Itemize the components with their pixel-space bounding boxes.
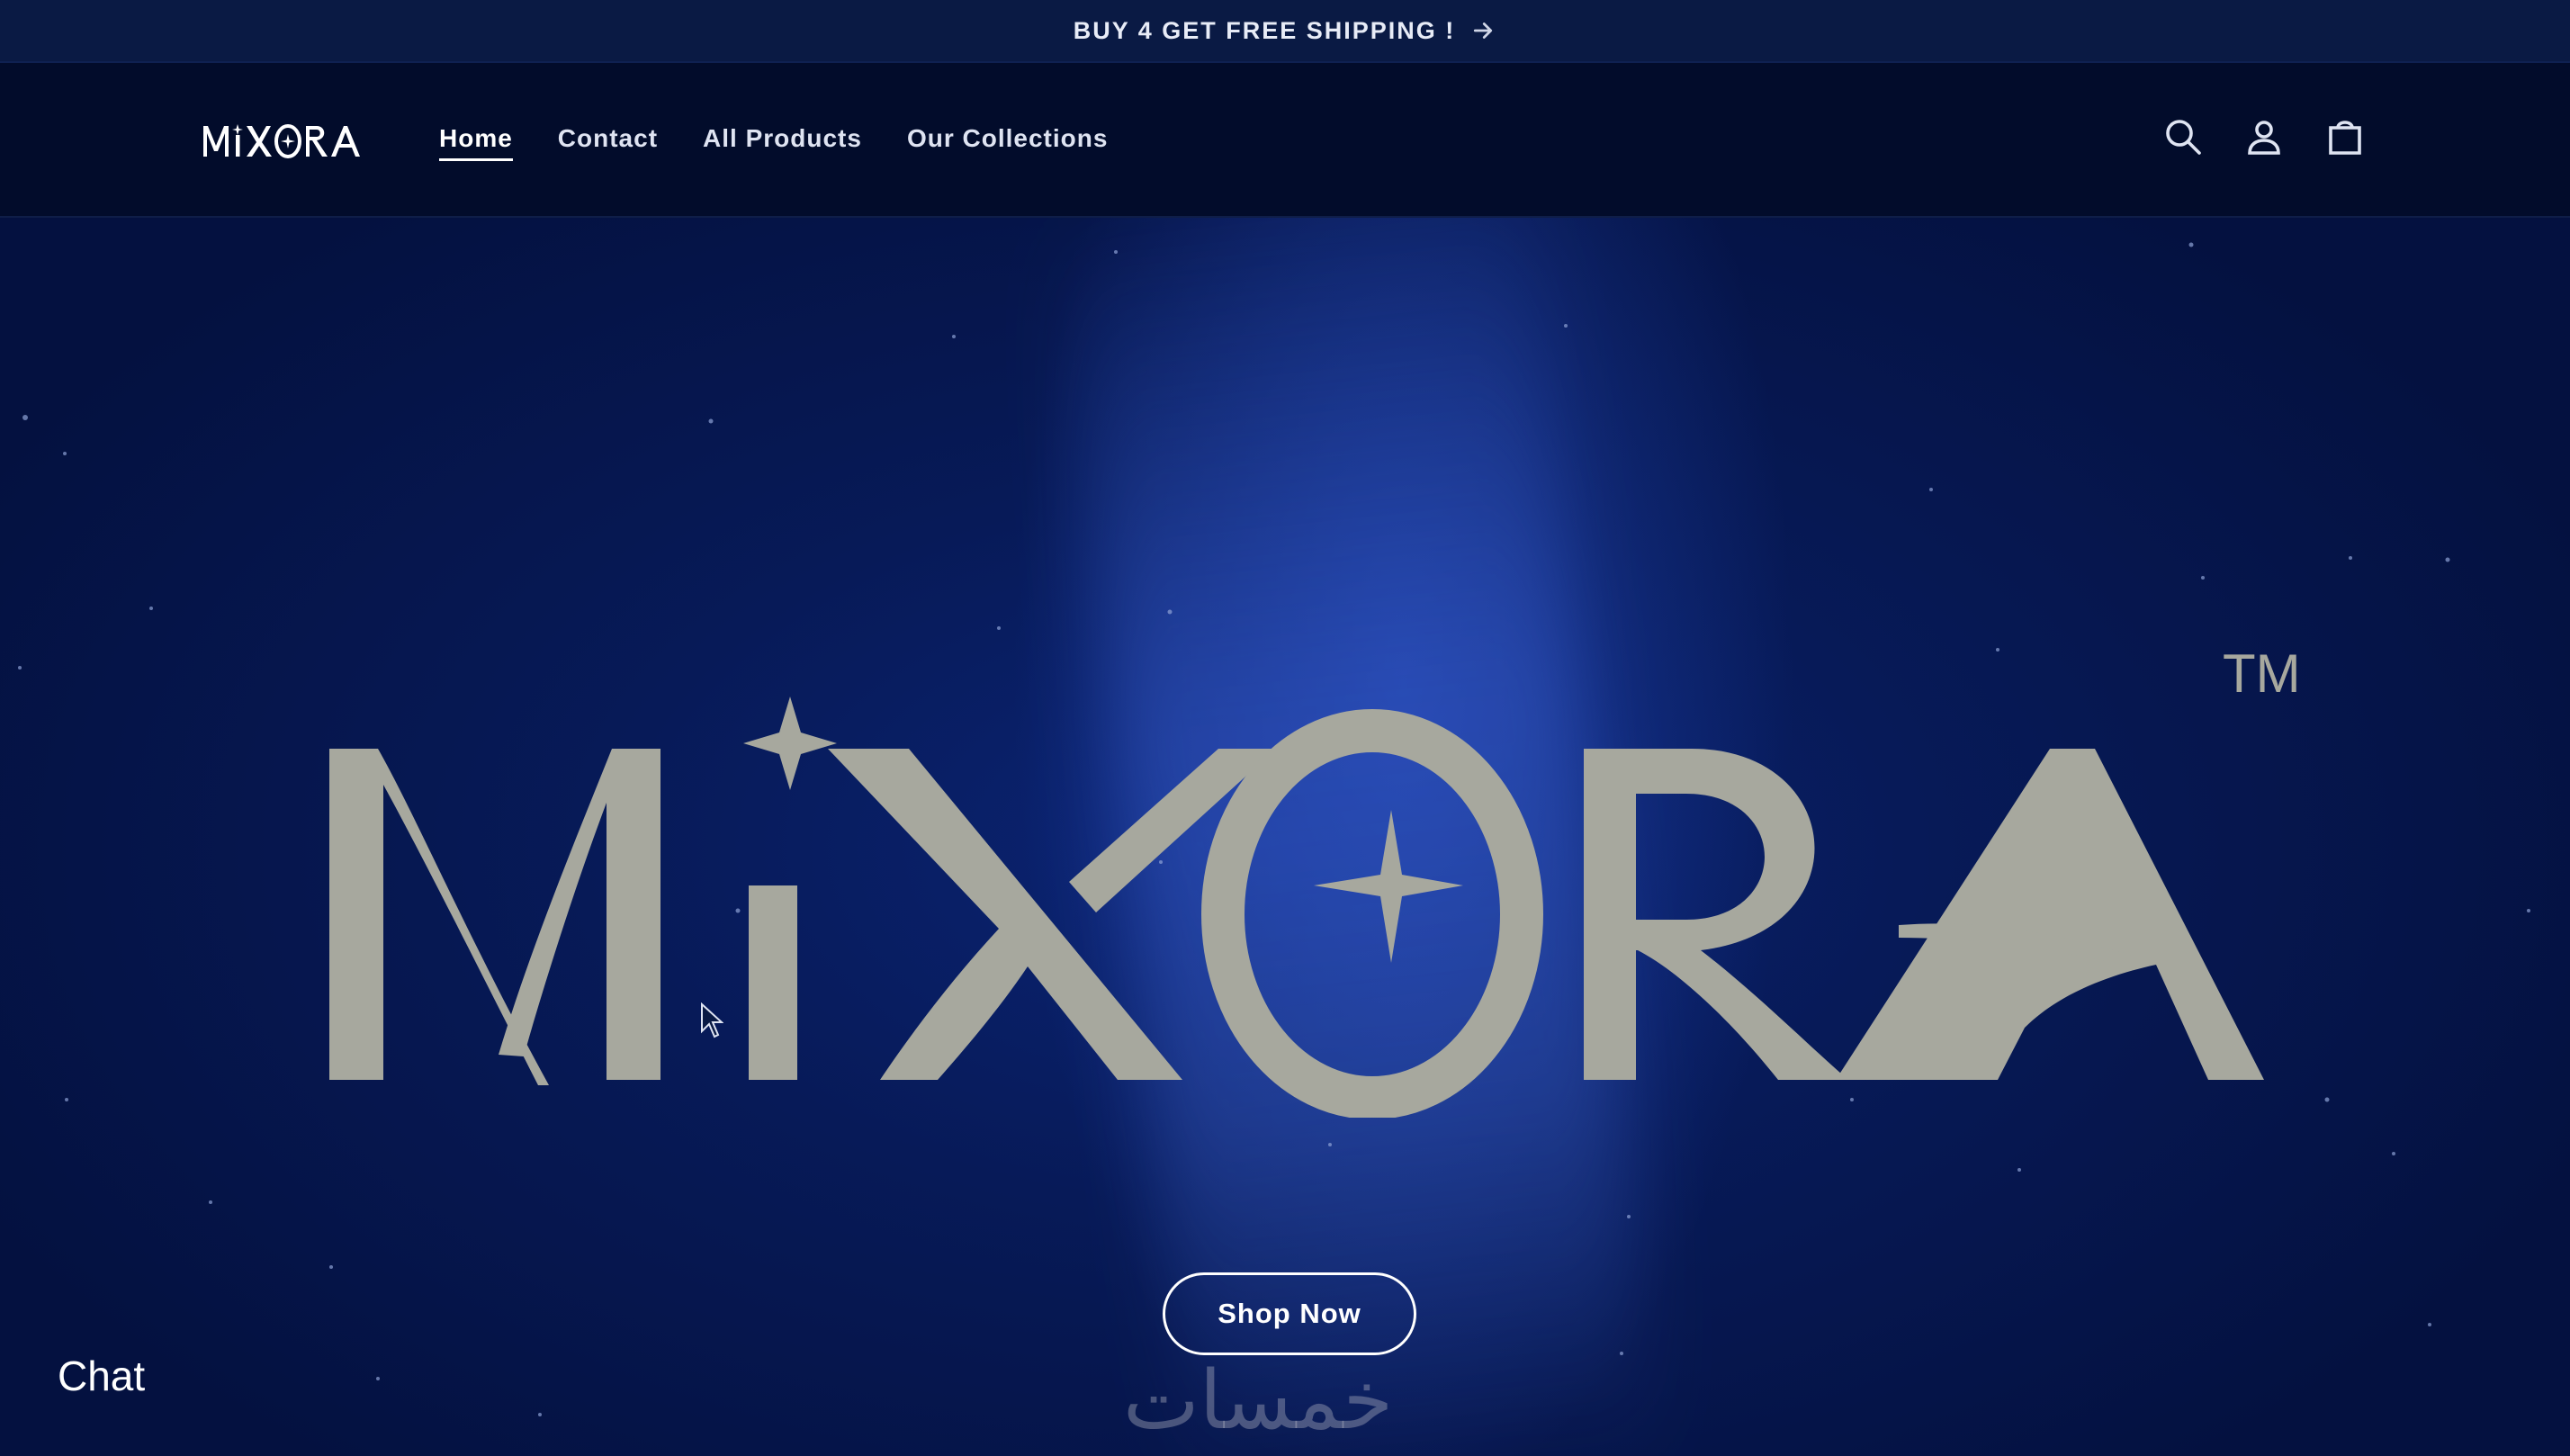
cart-icon[interactable] xyxy=(2323,115,2367,158)
shop-now-button[interactable]: Shop Now xyxy=(1163,1272,1416,1355)
announcement-bar[interactable]: BUY 4 GET FREE SHIPPING ! xyxy=(0,0,2570,63)
mixora-logo[interactable] xyxy=(200,119,371,164)
mixora-hero-logo xyxy=(329,697,2264,1118)
page: BUY 4 GET FREE SHIPPING ! Home Contact A… xyxy=(0,0,2570,1456)
nav-our-collections[interactable]: Our Collections xyxy=(907,124,1108,161)
nav-all-products[interactable]: All Products xyxy=(703,124,862,161)
hero-banner[interactable]: TM Shop Now خمسات Chat xyxy=(0,218,2570,1456)
account-icon[interactable] xyxy=(2242,115,2286,158)
mouse-cursor-icon xyxy=(701,1002,723,1038)
nav-home[interactable]: Home xyxy=(439,124,513,161)
trademark-symbol: TM xyxy=(2223,643,2301,704)
announcement-text[interactable]: BUY 4 GET FREE SHIPPING ! xyxy=(1074,17,1456,45)
header-icons xyxy=(2151,115,2385,169)
nav-contact[interactable]: Contact xyxy=(558,124,658,161)
arrow-right-icon[interactable] xyxy=(1469,17,1496,44)
site-header: Home Contact All Products Our Collection… xyxy=(0,63,2570,218)
chat-button[interactable]: Chat xyxy=(58,1352,145,1400)
watermark-text: خمسات xyxy=(1123,1353,1394,1448)
main-nav: Home Contact All Products Our Collection… xyxy=(439,124,1108,161)
search-icon[interactable] xyxy=(2161,115,2205,158)
